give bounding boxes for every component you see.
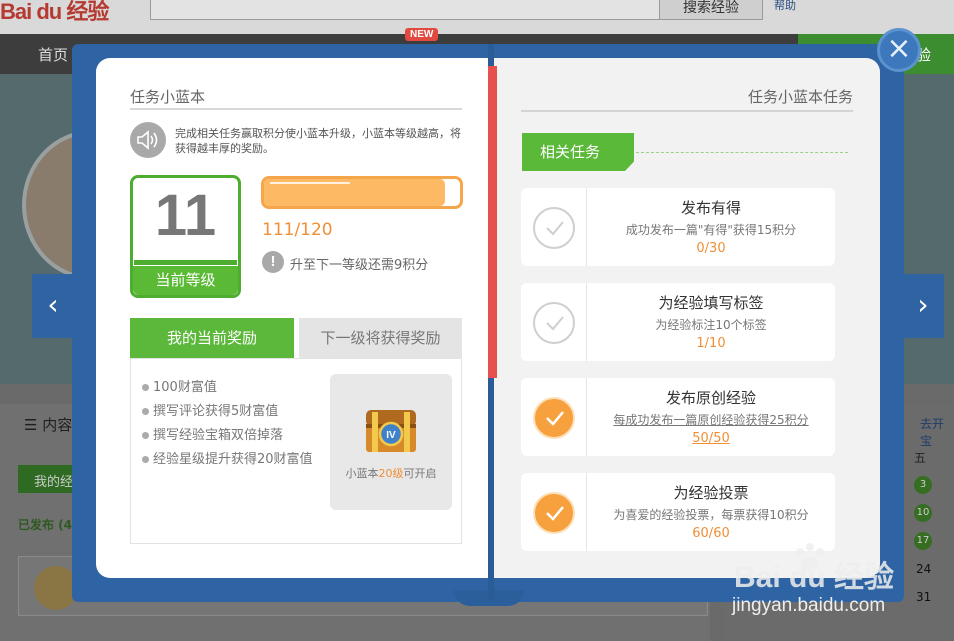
level-label: 当前等级 — [133, 266, 238, 295]
new-badge: NEW — [405, 28, 439, 41]
calendar-day[interactable]: 10 — [914, 504, 932, 522]
watermark-url: jingyan.baidu.com — [732, 595, 886, 616]
watermark-logo: Bai du 经验 — [734, 561, 895, 594]
task-name[interactable]: 发布原创经验 — [587, 387, 835, 408]
chest-caption: 小蓝本20级可开启 — [345, 467, 437, 480]
tab-next-rewards[interactable]: 下一级将获得奖励 — [299, 318, 462, 358]
nav-home-link[interactable]: 首页 — [38, 44, 68, 65]
open-chest-link[interactable]: 去开宝 — [920, 415, 954, 449]
check-circle-icon — [533, 492, 575, 534]
calendar-day[interactable]: 3 — [914, 476, 932, 494]
reward-list: 100财富值 撰写评论获得5财富值 撰写经验宝箱双倍掉落 经验星级提升获得20财… — [142, 376, 320, 472]
search-button[interactable]: 搜索经验 — [659, 0, 763, 20]
task-status-done — [521, 473, 587, 551]
left-page-title: 任务小蓝本 — [130, 88, 206, 106]
right-page-title: 任务小蓝本任务 — [747, 88, 853, 106]
task-name: 为经验填写标签 — [658, 294, 764, 312]
treasure-chest-icon: IV — [362, 404, 420, 460]
speaker-icon — [130, 122, 166, 158]
level-strip — [134, 260, 237, 265]
progress-shine — [270, 182, 350, 184]
baidu-logo[interactable]: Bai du 经验 — [0, 0, 109, 26]
check-circle-icon — [533, 207, 575, 249]
level-number: 11 — [154, 183, 217, 248]
task-name: 发布有得 — [680, 199, 741, 217]
list-item: 100财富值 — [142, 376, 320, 400]
task-desc: 为经验标注10个标签 — [655, 318, 767, 332]
tab-current-rewards[interactable]: 我的当前奖励 — [130, 318, 294, 358]
upgrade-hint: 升至下一等级还需9积分 — [290, 258, 429, 273]
list-item: 撰写经验宝箱双倍掉落 — [142, 424, 320, 448]
next-arrow-button[interactable]: › — [902, 274, 944, 338]
task-progress: 50/50 — [692, 431, 730, 446]
task-name: 为经验投票 — [673, 484, 749, 502]
divider — [636, 152, 848, 153]
content-title: ☰ 内容 — [24, 416, 73, 434]
list-item: 撰写评论获得5财富值 — [142, 400, 320, 424]
search-input[interactable] — [150, 0, 660, 20]
task-progress: 1/10 — [696, 336, 726, 351]
task-progress: 60/60 — [692, 526, 730, 541]
task-desc: 成功发布一篇"有得"获得15积分 — [625, 223, 797, 237]
calendar-day[interactable]: 31 — [916, 590, 931, 604]
task-desc: 为喜爱的经验投票，每票获得10积分 — [613, 508, 809, 522]
help-link[interactable]: 帮助 — [774, 0, 796, 13]
task-status-todo — [521, 188, 587, 266]
divider — [130, 108, 462, 110]
info-icon: ! — [262, 251, 284, 273]
check-circle-icon — [533, 302, 575, 344]
calendar-weekday: 五 — [914, 451, 927, 465]
progress-text: 111/120 — [262, 220, 333, 240]
calendar-day[interactable]: 17 — [914, 532, 932, 550]
calendar-day[interactable]: 24 — [916, 562, 931, 576]
close-button[interactable]: × — [877, 28, 921, 72]
book-description: 完成相关任务赢取积分使小蓝本升级，小蓝本等级越高，将获得越丰厚的奖励。 — [175, 127, 461, 155]
bookmark-ribbon — [488, 66, 497, 378]
task-progress: 0/30 — [696, 241, 726, 256]
task-status-todo — [521, 283, 587, 361]
my-experience-tab[interactable]: 我的经 — [18, 465, 78, 493]
section-label: 相关任务 — [522, 133, 634, 171]
prev-arrow-button[interactable]: ‹ — [32, 274, 74, 338]
list-item: 经验星级提升获得20财富值 — [142, 448, 320, 472]
task-desc[interactable]: 每成功发布一篇原创经验获得25积分 — [587, 411, 835, 428]
svg-text:IV: IV — [386, 430, 396, 441]
task-status-done — [521, 378, 587, 456]
check-circle-icon — [533, 397, 575, 439]
divider — [521, 110, 853, 112]
